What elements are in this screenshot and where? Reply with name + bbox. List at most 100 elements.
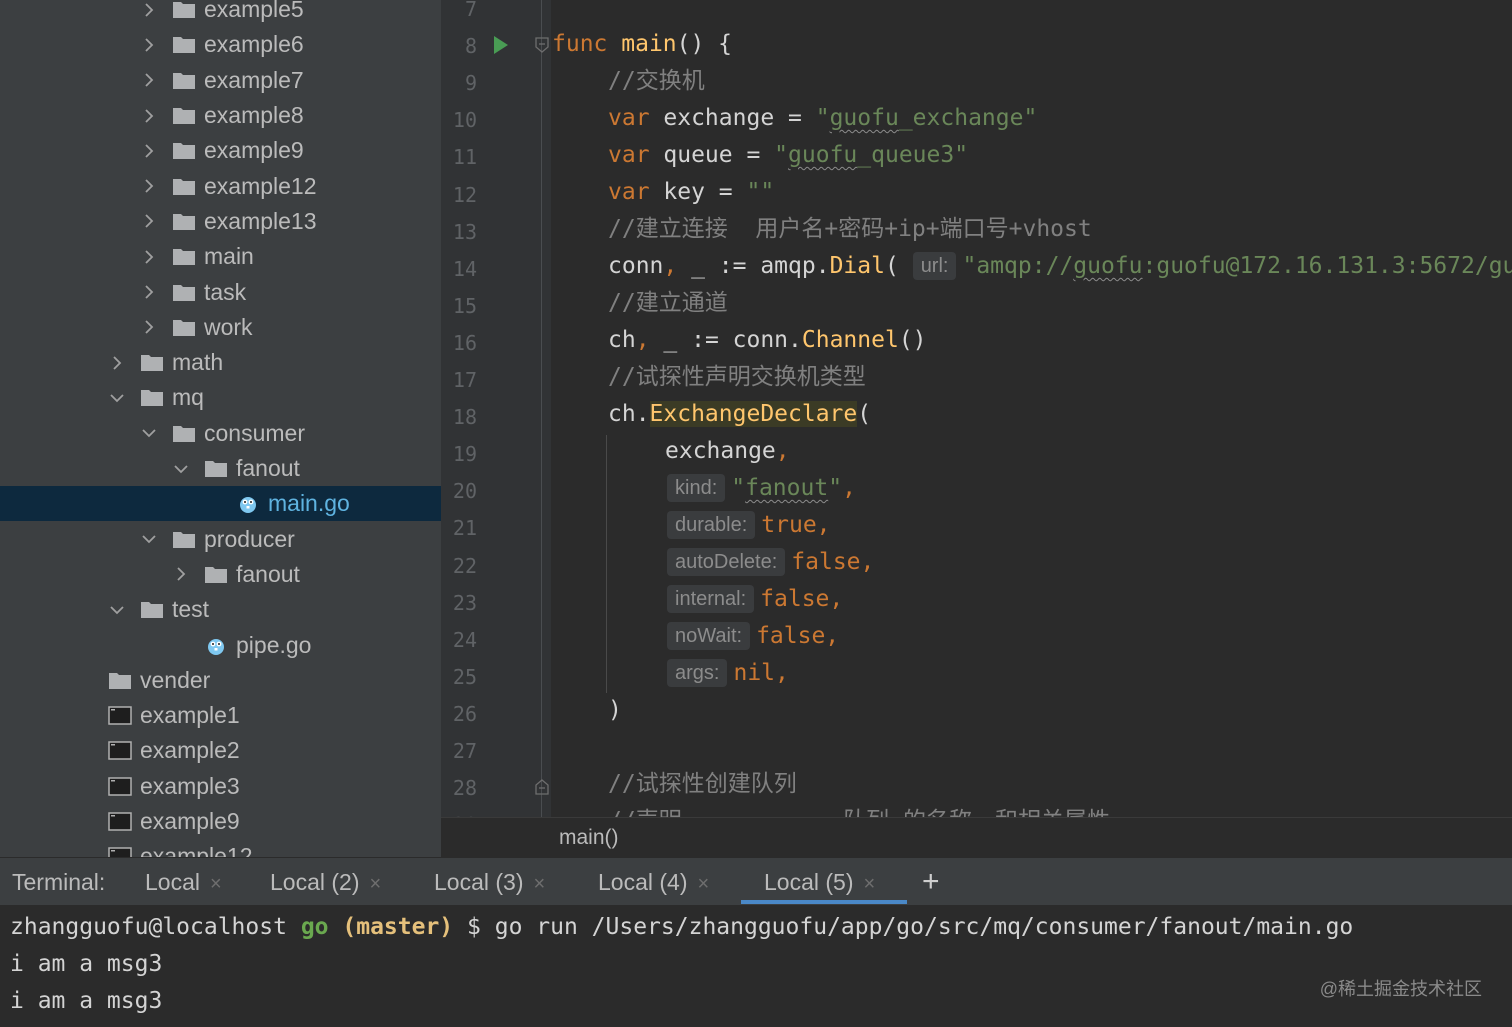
code-line-15[interactable]: //建立通道 xyxy=(608,285,728,322)
close-icon[interactable]: × xyxy=(863,873,875,895)
tree-item-label: example3 xyxy=(140,772,240,799)
folder-icon xyxy=(204,565,228,584)
code-line-25[interactable]: args: nil, xyxy=(667,655,789,692)
chevron-right-icon[interactable] xyxy=(142,250,156,264)
indent-guide xyxy=(606,435,607,693)
tree-item[interactable]: example2 xyxy=(0,733,441,768)
param-hint: durable: xyxy=(667,511,756,539)
code-line-22[interactable]: autoDelete: false, xyxy=(667,544,874,581)
chevron-right-icon[interactable] xyxy=(142,38,156,52)
code-line-9[interactable]: //交换机 xyxy=(608,63,705,100)
tree-item-label: test xyxy=(172,596,210,623)
chevron-right-icon[interactable] xyxy=(110,356,124,370)
tab-local-3[interactable]: Local (3) × xyxy=(434,858,545,906)
code-line-24[interactable]: noWait: false, xyxy=(667,618,839,655)
tree-item[interactable]: example13 xyxy=(0,204,441,239)
chevron-right-icon[interactable] xyxy=(174,567,188,582)
fold-end-icon[interactable] xyxy=(535,779,549,795)
code-line-10[interactable]: var exchange = "guofu_exchange" xyxy=(608,100,1037,137)
add-terminal-icon[interactable]: + xyxy=(922,858,940,906)
code-line-8[interactable]: func main() { xyxy=(552,26,732,63)
close-icon[interactable]: × xyxy=(697,873,709,895)
line-number: 8 xyxy=(464,34,477,59)
tree-item[interactable]: example6 xyxy=(0,27,441,62)
chevron-down-icon[interactable] xyxy=(142,426,156,440)
tab-local-5[interactable]: Local (5) × xyxy=(764,858,875,906)
tree-item[interactable]: example9 xyxy=(0,133,441,168)
tree-item[interactable]: example9 xyxy=(0,804,441,839)
tree-item[interactable]: example8 xyxy=(0,98,441,133)
breadcrumb-item[interactable]: main() xyxy=(559,826,619,850)
chevron-down-icon[interactable] xyxy=(142,532,156,546)
tree-item-label: example2 xyxy=(140,737,240,764)
chevron-right-icon[interactable] xyxy=(142,179,156,193)
code-line-21[interactable]: durable: true, xyxy=(667,507,831,544)
run-icon[interactable] xyxy=(494,36,508,54)
folder-icon xyxy=(140,600,164,619)
code-line-17[interactable]: //试探性声明交换机类型 xyxy=(608,359,866,396)
tree-item[interactable]: main xyxy=(0,239,441,274)
tab-local-4[interactable]: Local (4) × xyxy=(598,858,709,906)
code-line-19[interactable]: exchange, xyxy=(665,433,790,470)
tree-item-label: fanout xyxy=(236,560,300,587)
code-line-11[interactable]: var queue = "guofu_queue3" xyxy=(608,137,968,174)
breadcrumb: main() xyxy=(441,817,1512,857)
tree-item[interactable]: example3 xyxy=(0,769,441,804)
chevron-down-icon[interactable] xyxy=(174,462,188,476)
code-line-14[interactable]: conn, _ := amqp.Dial( url: "amqp://guofu:… xyxy=(608,248,1512,285)
param-hint: url: xyxy=(912,252,957,280)
fold-icon[interactable] xyxy=(535,37,549,53)
tree-item-label: example6 xyxy=(204,31,304,58)
tree-item[interactable]: work xyxy=(0,310,441,345)
chevron-right-icon[interactable] xyxy=(142,73,156,87)
code-line-12[interactable]: var key = "" xyxy=(608,174,774,211)
tree-item[interactable]: consumer xyxy=(0,416,441,451)
tree-item[interactable]: test xyxy=(0,592,441,627)
tree-item[interactable]: mq xyxy=(0,380,441,415)
code-line-13[interactable]: //建立连接 用户名+密码+ip+端口号+vhost xyxy=(608,211,1092,248)
code-line-20[interactable]: kind: "fanout", xyxy=(667,470,856,507)
tree-item[interactable]: example5 xyxy=(0,0,441,27)
tree-item[interactable]: main.go xyxy=(0,486,441,522)
chevron-down-icon[interactable] xyxy=(110,391,124,405)
close-icon[interactable]: × xyxy=(533,873,545,895)
close-icon[interactable]: × xyxy=(210,873,222,895)
tab-local[interactable]: Local × xyxy=(145,858,222,906)
line-number: 25 xyxy=(452,664,477,689)
folder-icon xyxy=(172,0,196,19)
tree-item[interactable]: example12 xyxy=(0,839,441,857)
tree-item-label: example8 xyxy=(204,102,304,129)
chevron-right-icon[interactable] xyxy=(142,108,156,123)
tree-item[interactable]: math xyxy=(0,345,441,380)
chevron-down-icon[interactable] xyxy=(110,603,124,617)
tree-item[interactable]: fanout xyxy=(0,451,441,486)
tree-item[interactable]: example1 xyxy=(0,698,441,733)
tree-item[interactable]: example12 xyxy=(0,169,441,204)
code-line-18[interactable]: ch.ExchangeDeclare( xyxy=(608,396,871,433)
folder-icon xyxy=(172,106,196,125)
tree-item[interactable]: vender xyxy=(0,663,441,698)
chevron-right-icon[interactable] xyxy=(142,214,156,229)
chevron-right-icon[interactable] xyxy=(142,144,156,158)
chevron-right-icon[interactable] xyxy=(142,3,156,17)
line-number: 26 xyxy=(452,701,477,726)
line-number: 7 xyxy=(464,0,477,21)
chevron-right-icon[interactable] xyxy=(142,320,156,334)
line-number: 14 xyxy=(452,256,477,281)
tree-item-label: math xyxy=(172,349,224,376)
code-line-29[interactable]: //声明 ，队列 的名称，和相关属性 xyxy=(608,803,1110,817)
tree-item[interactable]: fanout xyxy=(0,557,441,592)
tree-item[interactable]: pipe.go xyxy=(0,627,441,662)
code-line-26[interactable]: ) xyxy=(608,692,622,729)
code-line-16[interactable]: ch, _ := conn.Channel() xyxy=(608,322,927,359)
code-line-23[interactable]: internal: false, xyxy=(667,581,843,618)
tree-item[interactable]: task xyxy=(0,274,441,309)
code-line-28[interactable]: //试探性创建队列 xyxy=(608,766,797,803)
tree-item[interactable]: producer xyxy=(0,522,441,557)
tab-local-2[interactable]: Local (2) × xyxy=(270,858,381,906)
param-hint: args: xyxy=(667,659,728,687)
chevron-right-icon[interactable] xyxy=(142,285,156,299)
gutter-separator xyxy=(541,0,542,817)
tree-item[interactable]: example7 xyxy=(0,63,441,98)
close-icon[interactable]: × xyxy=(369,873,381,895)
